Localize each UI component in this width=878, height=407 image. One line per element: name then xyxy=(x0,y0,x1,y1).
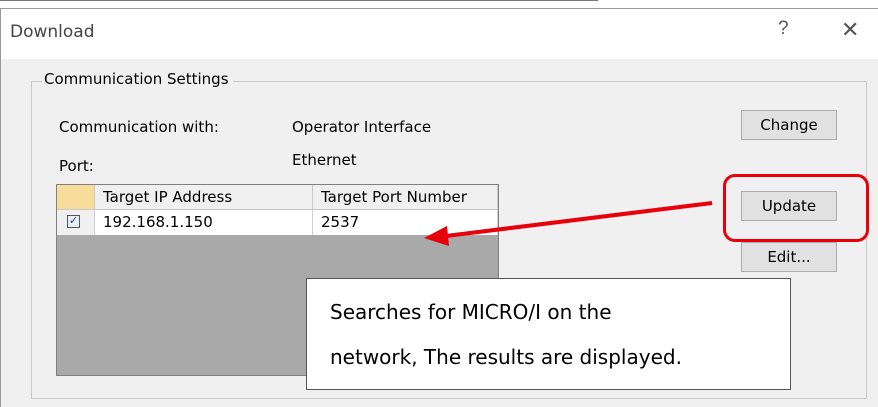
arrow-shaft xyxy=(445,201,713,238)
arrow-head xyxy=(424,226,449,246)
annotation-arrow xyxy=(424,201,713,246)
